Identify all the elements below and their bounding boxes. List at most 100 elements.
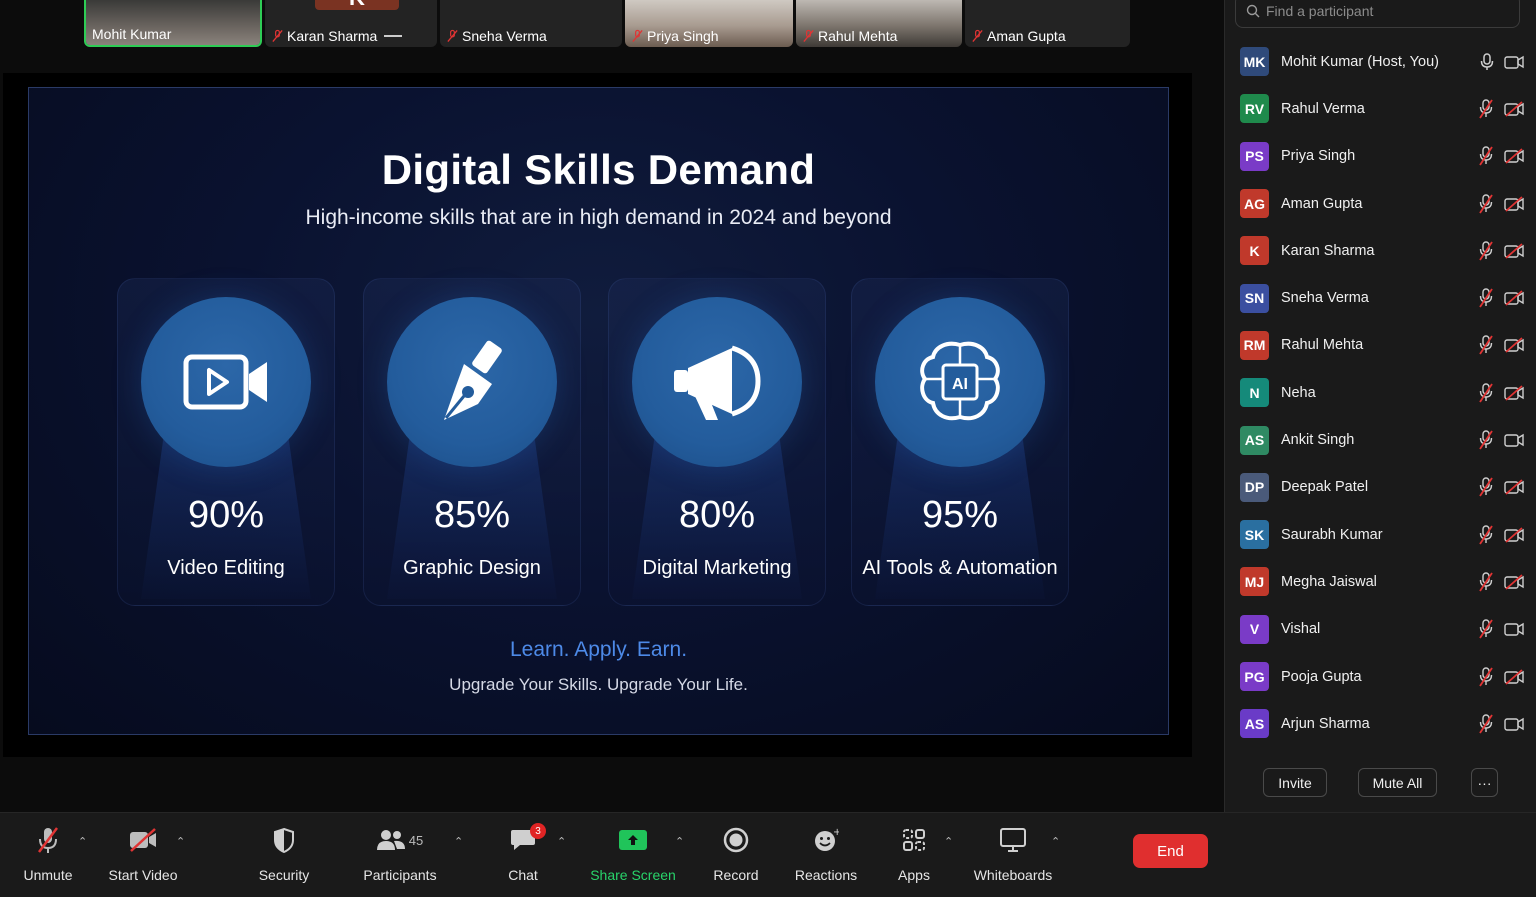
participant-row[interactable]: RM Rahul Mehta: [1225, 322, 1536, 369]
participant-status-icons[interactable]: [1478, 335, 1524, 355]
search-input[interactable]: [1266, 3, 1506, 19]
participant-status-icons[interactable]: [1478, 193, 1524, 214]
slide-tagline: Learn. Apply. Earn.: [509, 638, 688, 661]
avatar: SK: [1240, 520, 1269, 550]
mic-muted-icon: [1479, 383, 1493, 403]
people-icon: [376, 830, 405, 850]
participant-row[interactable]: SK Saurabh Kumar: [1225, 511, 1536, 558]
participant-status-icons[interactable]: [1478, 572, 1524, 592]
participants-caret-icon[interactable]: ⌃: [454, 835, 463, 848]
video-off-icon: [1504, 385, 1524, 401]
mute-all-button[interactable]: Mute All: [1358, 768, 1437, 797]
presentation-slide: Digital Skills Demand High-income skills…: [28, 87, 1169, 735]
security-button[interactable]: Security: [258, 825, 310, 883]
video-tile-rahul[interactable]: Rahul Mehta: [796, 0, 962, 47]
avatar: PG: [1240, 662, 1269, 691]
record-button[interactable]: Record: [713, 825, 759, 883]
mic-muted-icon: [1479, 335, 1493, 355]
share-caret-icon[interactable]: ⌃: [675, 835, 684, 848]
participant-name: Rahul Verma: [1281, 100, 1365, 117]
participant-status-icons[interactable]: [1478, 619, 1524, 639]
participant-row[interactable]: V Vishal: [1225, 606, 1536, 653]
reactions-button[interactable]: + Reactions: [795, 825, 857, 883]
tile-name: Sneha Verma: [446, 28, 547, 44]
whiteboards-button[interactable]: Whiteboards: [973, 825, 1053, 883]
video-caret-icon[interactable]: ⌃: [176, 835, 185, 848]
participant-status-icons[interactable]: [1478, 99, 1524, 119]
video-off-icon: [130, 828, 156, 852]
video-off-icon: [1504, 526, 1524, 543]
participant-name: Ankit Singh: [1281, 432, 1355, 449]
tile-name: Mohit Kumar: [92, 26, 172, 42]
apps-grid-icon: [903, 829, 925, 851]
mic-muted-icon: [1479, 619, 1493, 639]
participant-row[interactable]: RV Rahul Verma: [1225, 85, 1536, 132]
more-options-button[interactable]: ···: [1471, 768, 1498, 797]
participant-row[interactable]: AS Arjun Sharma: [1225, 700, 1536, 747]
skill-percent: 85%: [433, 494, 511, 536]
mic-muted-icon: [1479, 288, 1493, 308]
chat-caret-icon[interactable]: ⌃: [557, 835, 566, 848]
participant-row[interactable]: PG Pooja Gupta: [1225, 653, 1536, 700]
participant-row[interactable]: MK Mohit Kumar (Host, You): [1225, 38, 1536, 85]
video-tile-priya[interactable]: Priya Singh: [625, 0, 793, 47]
skill-card-ai-tools: AI 95% AI Tools & Automation: [851, 278, 1069, 606]
ai-brain-icon: AI: [920, 341, 1000, 421]
avatar: AS: [1240, 709, 1269, 739]
apps-caret-icon[interactable]: ⌃: [944, 835, 953, 848]
participant-row[interactable]: PS Priya Singh: [1225, 133, 1536, 180]
participant-name: Vishal: [1281, 621, 1321, 638]
share-screen-icon: [619, 830, 647, 850]
avatar: K: [315, 0, 399, 10]
mic-muted-icon: [803, 29, 814, 42]
apps-button[interactable]: Apps: [896, 825, 932, 883]
video-tile-mohit[interactable]: Mohit Kumar: [84, 0, 262, 47]
chat-button[interactable]: 3 Chat: [506, 823, 546, 883]
skill-card-graphic-design: 85% Graphic Design: [363, 278, 581, 606]
avatar: AS: [1240, 425, 1269, 455]
video-strip: Mohit Kumar K Karan Sharma Sneha Verma P…: [0, 0, 1222, 48]
icon-circle: [141, 297, 311, 467]
video-tile-aman[interactable]: Aman Gupta: [965, 0, 1130, 47]
invite-button[interactable]: Invite: [1263, 768, 1327, 797]
video-off-icon: [1504, 668, 1524, 685]
end-meeting-button[interactable]: End: [1133, 834, 1208, 868]
unmute-caret-icon[interactable]: ⌃: [78, 835, 87, 848]
whiteboards-caret-icon[interactable]: ⌃: [1051, 835, 1060, 848]
video-tile-karan[interactable]: K Karan Sharma: [265, 0, 437, 47]
participant-status-icons[interactable]: [1478, 383, 1524, 403]
mic-muted-icon: [1479, 241, 1493, 261]
participant-status-icons[interactable]: [1480, 52, 1524, 71]
participant-status-icons[interactable]: [1478, 241, 1524, 261]
skill-label: Video Editing: [167, 557, 285, 579]
participant-status-icons[interactable]: [1478, 477, 1524, 497]
participant-row[interactable]: MJ Megha Jaiswal: [1225, 558, 1536, 605]
unmute-button[interactable]: Unmute: [23, 825, 73, 883]
skill-label: Graphic Design: [403, 557, 541, 579]
participant-row[interactable]: N Neha: [1225, 369, 1536, 416]
avatar: RV: [1240, 94, 1269, 124]
participant-status-icons[interactable]: [1478, 666, 1524, 687]
share-screen-button[interactable]: Share Screen: [590, 825, 676, 883]
participant-status-icons[interactable]: [1478, 714, 1524, 734]
video-off-icon: [1504, 290, 1524, 306]
participant-status-icons[interactable]: [1478, 288, 1524, 308]
participant-row[interactable]: AS Ankit Singh: [1225, 416, 1536, 463]
participant-row[interactable]: SN Sneha Verma: [1225, 274, 1536, 321]
record-icon: [723, 827, 749, 853]
participant-search[interactable]: [1235, 0, 1520, 28]
video-camera-icon: [183, 354, 267, 410]
svg-text:+: +: [833, 827, 839, 838]
video-off-icon: [1504, 101, 1524, 117]
participant-status-icons[interactable]: [1478, 430, 1524, 450]
participant-row[interactable]: K Karan Sharma: [1225, 227, 1536, 274]
participant-status-icons[interactable]: [1478, 146, 1524, 166]
participant-row[interactable]: DP Deepak Patel: [1225, 464, 1536, 511]
icon-circle: AI: [875, 297, 1045, 467]
video-tile-sneha[interactable]: Sneha Verma: [440, 0, 622, 47]
participant-name: Aman Gupta: [1281, 195, 1363, 212]
participant-row[interactable]: AG Aman Gupta: [1225, 180, 1536, 227]
start-video-button[interactable]: Start Video: [108, 825, 178, 883]
participants-button[interactable]: 45 Participants: [362, 825, 438, 883]
participant-status-icons[interactable]: [1478, 524, 1524, 545]
